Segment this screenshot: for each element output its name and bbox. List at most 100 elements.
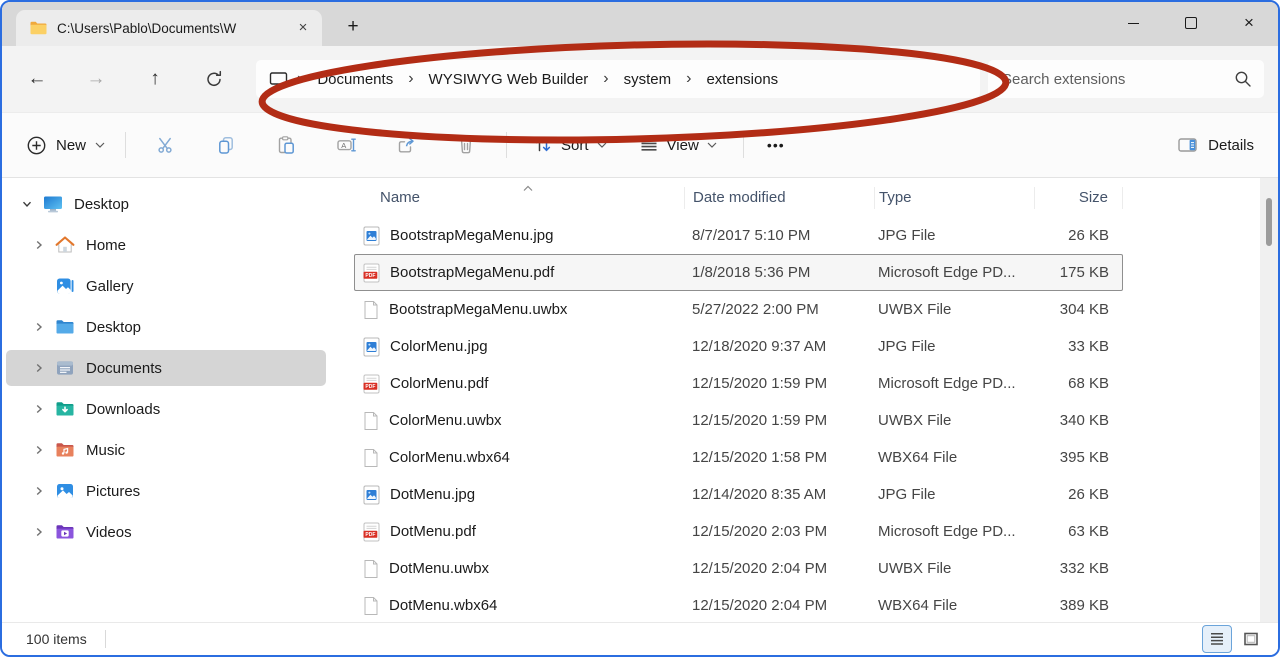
maximize-button[interactable] [1162, 2, 1220, 44]
breadcrumb-item-extensions[interactable]: extensions [693, 67, 791, 92]
titlebar: C:\Users\Pablo\Documents\W × + × [2, 2, 1278, 46]
chevron-right-icon[interactable] [32, 362, 46, 374]
sidebar-item-desktop[interactable]: Desktop [6, 309, 326, 345]
file-row-bootstrapmegamenu-pdf[interactable]: PDFBootstrapMegaMenu.pdf1/8/2018 5:36 PM… [354, 254, 1123, 291]
chevron-right-icon[interactable] [32, 485, 46, 497]
file-size: 68 KB [1034, 375, 1123, 392]
file-row-bootstrapmegamenu-uwbx[interactable]: BootstrapMegaMenu.uwbx5/27/2022 2:00 PMU… [354, 291, 1123, 328]
sort-ascending-indicator [522, 179, 534, 197]
file-row-bootstrapmegamenu-jpg[interactable]: BootstrapMegaMenu.jpg8/7/2017 5:10 PMJPG… [354, 217, 1123, 254]
file-row-colormenu-jpg[interactable]: ColorMenu.jpg12/18/2020 9:37 AMJPG File3… [354, 328, 1123, 365]
column-header-type[interactable]: Type [874, 187, 1034, 209]
file-row-dotmenu-wbx64[interactable]: DotMenu.wbx6412/15/2020 2:04 PMWBX64 Fil… [354, 587, 1123, 624]
breadcrumb-item-documents[interactable]: Documents [304, 67, 406, 92]
search-input[interactable] [1000, 70, 1234, 89]
column-headers: Name Date modified Type Size [354, 178, 1123, 217]
scrollbar-thumb[interactable] [1266, 198, 1272, 246]
new-tab-button[interactable]: + [340, 14, 366, 40]
sidebar-item-label: Desktop [74, 196, 129, 213]
up-button[interactable]: ↑ [134, 59, 176, 99]
paste-button[interactable] [261, 124, 311, 166]
sidebar-item-documents[interactable]: Documents [6, 350, 326, 386]
file-size: 332 KB [1034, 560, 1123, 577]
delete-button[interactable] [441, 124, 491, 166]
tab-close-icon[interactable]: × [292, 17, 314, 39]
back-button[interactable]: ← [16, 59, 58, 99]
close-button[interactable]: × [1220, 2, 1278, 44]
vertical-scrollbar[interactable] [1260, 178, 1278, 622]
window-controls: × [1104, 2, 1278, 44]
file-rows: BootstrapMegaMenu.jpg8/7/2017 5:10 PMJPG… [354, 217, 1123, 624]
sidebar-item-music[interactable]: Music [6, 432, 326, 468]
breadcrumb-item-wysiwyg-web-builder[interactable]: WYSIWYG Web Builder [416, 67, 602, 92]
item-count: 100 items [26, 631, 87, 647]
this-pc-icon[interactable] [268, 70, 289, 89]
column-header-date-modified[interactable]: Date modified [684, 187, 874, 209]
minimize-icon [1128, 23, 1139, 24]
file-name: ColorMenu.jpg [390, 338, 488, 355]
file-name: DotMenu.jpg [390, 486, 475, 503]
column-header-size[interactable]: Size [1034, 187, 1123, 209]
file-row-dotmenu-uwbx[interactable]: DotMenu.uwbx12/15/2020 2:04 PMUWBX File3… [354, 550, 1123, 587]
file-explorer-window: C:\Users\Pablo\Documents\W × + × ← → ↑ ›… [0, 0, 1280, 657]
file-date-modified: 12/15/2020 1:59 PM [684, 412, 874, 429]
rename-button[interactable]: A [321, 124, 371, 166]
delete-icon [456, 135, 476, 155]
pdf-file-icon: PDF [363, 374, 380, 394]
sidebar-item-downloads[interactable]: Downloads [6, 391, 326, 427]
search-icon[interactable] [1234, 70, 1252, 88]
jpg-image-icon [363, 226, 380, 246]
file-row-dotmenu-pdf[interactable]: PDFDotMenu.pdf12/15/2020 2:03 PMMicrosof… [354, 513, 1123, 550]
copy-button[interactable] [201, 124, 251, 166]
chevron-right-icon[interactable] [32, 239, 46, 251]
svg-text:PDF: PDF [365, 532, 375, 538]
home-icon [55, 235, 75, 255]
view-button[interactable]: View [627, 127, 729, 163]
file-row-colormenu-uwbx[interactable]: ColorMenu.uwbx12/15/2020 1:59 PMUWBX Fil… [354, 402, 1123, 439]
details-button[interactable]: Details [1167, 127, 1264, 163]
sidebar-item-videos[interactable]: Videos [6, 514, 326, 550]
sidebar-item-label: Desktop [86, 319, 141, 336]
details-view-toggle[interactable] [1202, 625, 1232, 653]
details-panel-icon [1177, 135, 1199, 155]
forward-button[interactable]: → [75, 59, 117, 99]
file-type: JPG File [874, 338, 1034, 355]
svg-text:PDF: PDF [365, 273, 375, 279]
explorer-tab[interactable]: C:\Users\Pablo\Documents\W × [16, 10, 322, 46]
generic-file-icon [363, 448, 379, 468]
breadcrumb-chevron-icon: › [406, 70, 415, 88]
chevron-right-icon[interactable] [32, 403, 46, 415]
refresh-button[interactable] [193, 59, 235, 99]
file-row-dotmenu-jpg[interactable]: DotMenu.jpg12/14/2020 8:35 AMJPG File26 … [354, 476, 1123, 513]
sidebar-item-home[interactable]: Home [6, 227, 326, 263]
tab-title: C:\Users\Pablo\Documents\W [57, 21, 292, 36]
chevron-right-icon[interactable] [32, 526, 46, 538]
minimize-button[interactable] [1104, 2, 1162, 44]
breadcrumb-chevron-icon: › [684, 70, 693, 88]
address-bar[interactable]: ›Documents›WYSIWYG Web Builder›system›ex… [256, 60, 980, 98]
sidebar-item-pictures[interactable]: Pictures [6, 473, 326, 509]
file-date-modified: 8/7/2017 5:10 PM [684, 227, 874, 244]
more-options-button[interactable]: ••• [754, 124, 798, 166]
chevron-right-icon[interactable] [32, 321, 46, 333]
share-button[interactable] [381, 124, 431, 166]
chevron-down-icon [707, 142, 717, 148]
file-row-colormenu-pdf[interactable]: PDFColorMenu.pdf12/15/2020 1:59 PMMicros… [354, 365, 1123, 402]
cut-button[interactable] [141, 124, 191, 166]
thumbnail-view-toggle[interactable] [1236, 625, 1266, 653]
chevron-down-icon[interactable] [20, 198, 34, 210]
chevron-right-icon[interactable] [32, 444, 46, 456]
sidebar-item-desktop[interactable]: Desktop [6, 186, 326, 222]
file-row-colormenu-wbx64[interactable]: ColorMenu.wbx6412/15/2020 1:58 PMWBX64 F… [354, 439, 1123, 476]
new-button[interactable]: New [16, 127, 115, 164]
sort-button[interactable]: Sort [521, 127, 619, 163]
column-header-name[interactable]: Name [354, 187, 684, 209]
file-size: 26 KB [1034, 486, 1123, 503]
desktop-monitor-icon [43, 194, 63, 214]
file-date-modified: 12/15/2020 2:03 PM [684, 523, 874, 540]
chevron-down-icon [95, 142, 105, 148]
sidebar-item-gallery[interactable]: Gallery [6, 268, 326, 304]
sidebar-item-label: Pictures [86, 483, 140, 500]
view-label: View [667, 137, 699, 154]
breadcrumb-item-system[interactable]: system [611, 67, 685, 92]
